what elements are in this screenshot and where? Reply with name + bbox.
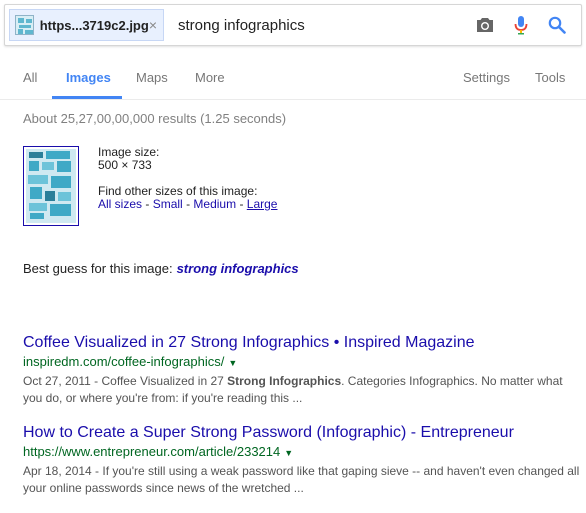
caret-down-icon[interactable]: ▼	[228, 358, 237, 368]
tab-more[interactable]: More	[195, 70, 225, 85]
large-size-link[interactable]: Large	[247, 197, 278, 211]
tab-maps[interactable]: Maps	[136, 70, 168, 85]
medium-size-link[interactable]: Medium	[193, 197, 236, 211]
size-separator: -	[239, 197, 244, 211]
image-size-value: 500 × 733	[98, 158, 152, 172]
camera-icon[interactable]	[475, 15, 495, 35]
result-url: inspiredm.com/coffee-infographics/▼	[23, 354, 583, 371]
snippet-text: - Coffee Visualized in 27	[90, 374, 228, 388]
result-url: https://www.entrepreneur.com/article/233…	[23, 444, 583, 461]
close-icon[interactable]: ×	[149, 17, 157, 33]
search-result: How to Create a Super Strong Password (I…	[23, 423, 583, 497]
tab-settings[interactable]: Settings	[463, 70, 510, 85]
size-separator: -	[145, 197, 150, 211]
tab-images[interactable]: Images	[66, 70, 111, 85]
query-image-filename: https...3719c2.jpg	[39, 17, 149, 33]
result-date: Apr 18, 2014	[23, 464, 92, 478]
all-sizes-link[interactable]: All sizes	[98, 197, 142, 211]
size-separator: -	[186, 197, 191, 211]
snippet-text: - If you're still using a weak password …	[23, 464, 580, 495]
query-image-thumbnail	[15, 15, 34, 35]
result-snippet: Apr 18, 2014 - If you're still using a w…	[23, 463, 583, 497]
result-title-link[interactable]: Coffee Visualized in 27 Strong Infograph…	[23, 333, 583, 353]
microphone-icon[interactable]	[511, 15, 531, 35]
best-guess-label: Best guess for this image:	[23, 261, 173, 276]
tab-all[interactable]: All	[23, 70, 37, 85]
search-result: Coffee Visualized in 27 Strong Infograph…	[23, 333, 583, 407]
image-query-chip[interactable]: https...3719c2.jpg ×	[9, 9, 164, 41]
search-icon[interactable]	[547, 15, 567, 35]
search-bar: https...3719c2.jpg × strong infographics	[4, 4, 582, 46]
query-image-preview[interactable]	[23, 146, 79, 226]
search-tabs: All Images Maps More Settings Tools	[0, 58, 586, 100]
small-size-link[interactable]: Small	[153, 197, 183, 211]
result-snippet: Oct 27, 2011 - Coffee Visualized in 27 S…	[23, 373, 583, 407]
image-info: Image size: 500 × 733 Find other sizes o…	[98, 146, 277, 211]
result-title-link[interactable]: How to Create a Super Strong Password (I…	[23, 423, 583, 443]
result-url-text: https://www.entrepreneur.com/article/233…	[23, 444, 281, 459]
tab-tools[interactable]: Tools	[535, 70, 565, 85]
result-date: Oct 27, 2011	[23, 374, 91, 388]
best-guess-link[interactable]: strong infographics	[177, 261, 299, 276]
caret-down-icon[interactable]: ▼	[284, 448, 293, 458]
active-tab-indicator	[52, 96, 122, 99]
best-guess: Best guess for this image: strong infogra…	[23, 261, 299, 276]
result-url-text: inspiredm.com/coffee-infographics/	[23, 354, 225, 369]
result-stats: About 25,27,00,00,000 results (1.25 seco…	[23, 111, 287, 126]
search-input[interactable]: strong infographics	[178, 17, 475, 34]
snippet-highlight: Strong Infographics	[227, 374, 342, 388]
